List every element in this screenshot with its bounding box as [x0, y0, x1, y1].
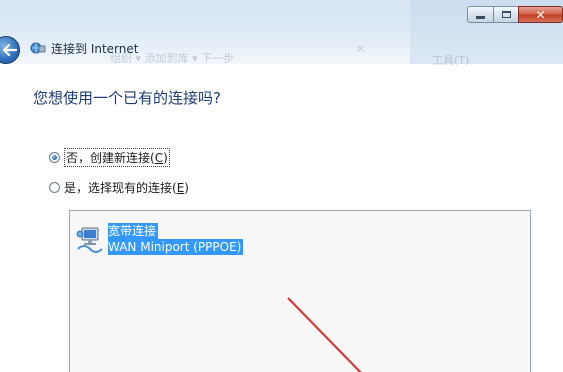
option-create-new-connection[interactable]: 否，创建新连接(C) [49, 148, 170, 167]
connection-list-item[interactable]: 宽带连接 WAN Miniport (PPPOE) [76, 223, 244, 255]
connection-device: WAN Miniport (PPPOE) [108, 239, 244, 255]
network-globe-icon [30, 42, 46, 54]
connection-text: 宽带连接 WAN Miniport (PPPOE) [108, 223, 244, 255]
radio-create-new[interactable] [49, 152, 60, 163]
back-arrow-icon [3, 44, 17, 56]
radio-use-existing[interactable] [49, 182, 60, 193]
option-label: 是，选择现有的连接(E) [64, 181, 189, 195]
network-connection-icon [76, 227, 103, 253]
title-bar: 工具(T) 组织 ▾ 添加到库 ▾ 下一步 × ✕ 连接到 Internet [0, 0, 563, 67]
connect-to-internet-window: 工具(T) 组织 ▾ 添加到库 ▾ 下一步 × ✕ 连接到 Internet 您… [0, 0, 563, 372]
connection-name: 宽带连接 [108, 223, 159, 239]
wizard-question: 您想使用一个已有的连接吗? [33, 89, 221, 107]
maximize-button[interactable] [493, 6, 518, 23]
maximize-icon [501, 11, 511, 18]
annotation-arrow [287, 297, 362, 372]
close-button[interactable]: ✕ [518, 6, 563, 23]
background-ghost-close-glyph: × [356, 42, 366, 55]
option-use-existing-connection[interactable]: 是，选择现有的连接(E) [49, 179, 189, 196]
window-title: 连接到 Internet [51, 42, 139, 56]
background-ghost-text: 工具(T) [432, 54, 470, 67]
window-controls: ✕ [467, 6, 563, 23]
back-button[interactable] [0, 36, 20, 64]
option-label: 否，创建新连接(C) [64, 148, 170, 167]
close-icon: ✕ [535, 7, 546, 22]
minimize-button[interactable] [467, 6, 493, 23]
minimize-icon [476, 16, 485, 19]
